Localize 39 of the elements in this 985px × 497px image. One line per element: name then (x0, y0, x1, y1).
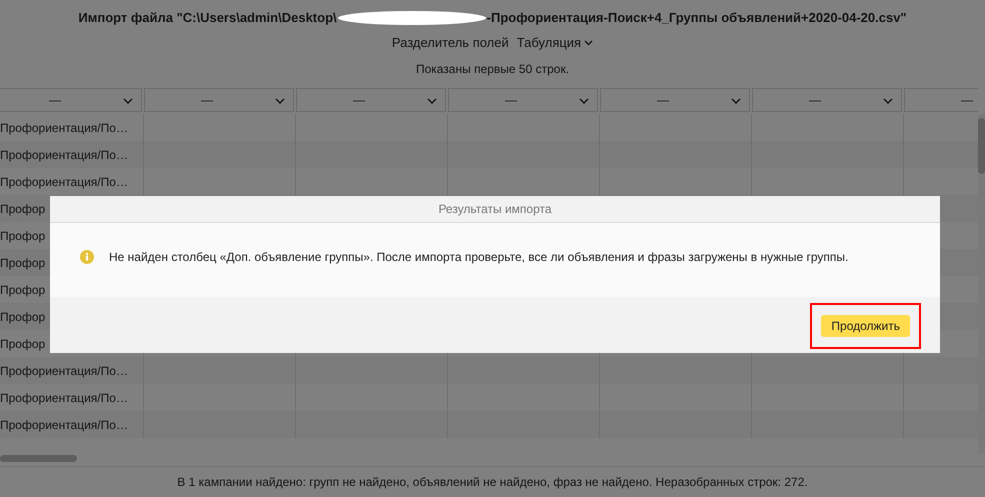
notice-text: Показаны первые 50 строк. (416, 61, 570, 78)
table-cell-text: Профориентация/По… (0, 120, 128, 136)
title-text: Импорт файла "C:\Users\admin\Desktop\ (78, 9, 337, 28)
table-cell-text: Профориентация/По… (0, 146, 128, 164)
chevron-down-icon (584, 40, 594, 46)
table-cell-text: Профор (0, 282, 46, 298)
dialog-title: Результаты импорта (438, 201, 552, 218)
chevron-down-icon (731, 98, 741, 104)
vertical-scrollbar[interactable] (978, 114, 985, 454)
table-cell-text: Профориентация/По… (0, 174, 128, 190)
continue-button[interactable]: Продолжить (821, 315, 910, 337)
dialog-message: Не найден столбец «Доп. объявление группы». После импорта проверьте, все ли объявления и фразы загружены в нужные группы. (109, 249, 848, 266)
chevron-down-icon (123, 98, 133, 104)
column-select[interactable]: — (752, 88, 902, 112)
status-text: В 1 кампании найдено: групп не найдено, объявлений не найдено, фраз не найдено. Неразобранных строк: 272. (177, 474, 808, 491)
column-select[interactable]: — (0, 88, 142, 112)
column-select[interactable]: — (144, 88, 294, 112)
table-cell-text: Профор (0, 228, 46, 244)
scrollbar-thumb[interactable] (978, 118, 985, 174)
chevron-down-icon (427, 98, 437, 104)
info-icon (80, 250, 94, 264)
title-text: -Профориентация-Поиск+4_Группы объявлений+2020-04-20.csv" (486, 9, 907, 28)
table-cell-text: Профор (0, 200, 46, 218)
table-cell-text: Профор (0, 336, 46, 352)
table-cell-text: Профориентация/По… (0, 390, 128, 406)
column-select[interactable]: — (600, 88, 750, 112)
separator-dropdown[interactable]: Табуляция (516, 33, 594, 53)
table-cell-text: Профориентация/По… (0, 362, 128, 380)
table-cell-text: Профор (0, 254, 46, 272)
column-select[interactable]: — (904, 88, 978, 112)
chevron-down-icon (883, 98, 893, 104)
chevron-down-icon (275, 98, 285, 104)
table-cell-text: Профор (0, 308, 46, 326)
separator-label: Разделитель полей (392, 34, 509, 52)
scrollbar-thumb[interactable] (0, 455, 77, 462)
table-cell-text: Профориентация/По… (0, 416, 128, 434)
column-select[interactable]: — (296, 88, 446, 112)
column-select[interactable]: — (448, 88, 598, 112)
chevron-down-icon (579, 98, 589, 104)
